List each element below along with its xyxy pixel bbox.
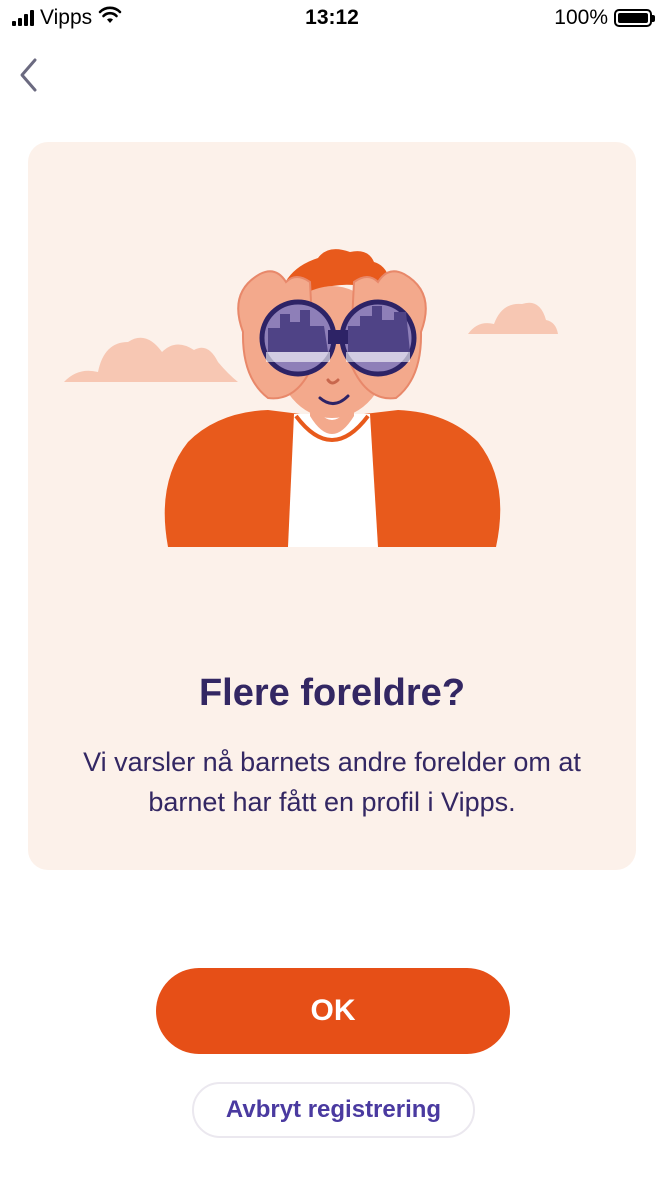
chevron-left-icon — [20, 58, 37, 92]
status-bar: Vipps 13:12 100% — [0, 0, 664, 38]
battery-icon — [614, 9, 655, 27]
screen: Vipps 13:12 100% Flere foreldre? Vi vars… — [0, 0, 664, 1181]
cancel-registration-button[interactable]: Avbryt registrering — [192, 1082, 475, 1138]
battery-percent: 100% — [554, 6, 608, 29]
card-title: Flere foreldre? — [198, 672, 466, 714]
status-right: 100% — [554, 6, 655, 30]
ok-button[interactable]: OK — [156, 968, 510, 1054]
back-button[interactable] — [8, 50, 48, 100]
binoculars-person-illustration — [64, 249, 558, 547]
info-card: Flere foreldre? Vi varsler nå barnets an… — [28, 142, 636, 870]
card-body: Vi varsler nå barnets andre forelder om … — [83, 747, 581, 817]
